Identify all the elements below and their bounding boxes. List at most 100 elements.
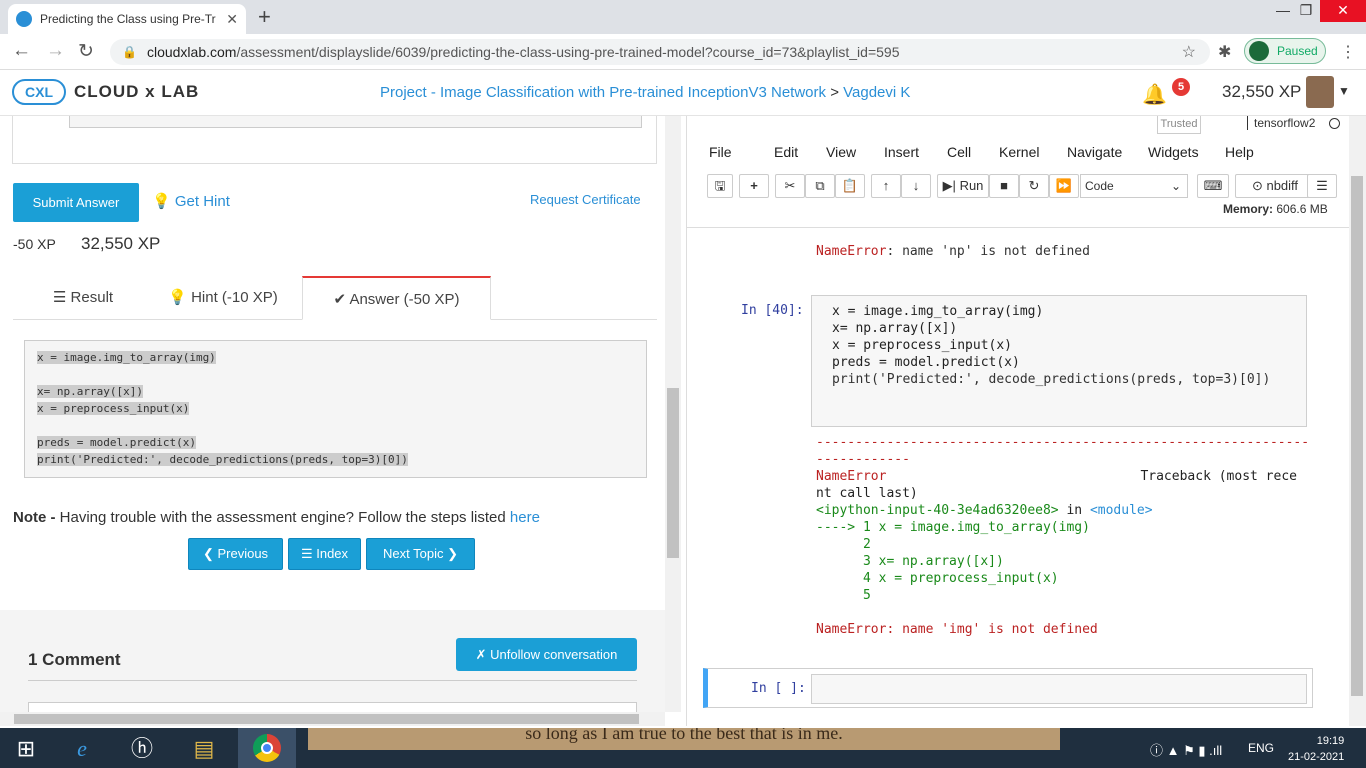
next-topic-label: Next Topic	[383, 546, 444, 561]
memory-label: Memory:	[1223, 202, 1274, 216]
previous-label: Previous	[217, 546, 269, 561]
list-icon: ☰	[52, 289, 67, 306]
menu-cell[interactable]: Cell	[947, 144, 971, 160]
user-avatar[interactable]	[1306, 76, 1334, 108]
history-icon: ⊙	[1251, 178, 1263, 193]
note-label: Note -	[13, 509, 56, 526]
chevron-down-icon: ⌄	[1170, 179, 1181, 193]
tab-title: Predicting the Class using Pre-Tr	[40, 12, 216, 26]
tab-answer[interactable]: ✔ Answer (-50 XP)	[302, 276, 491, 320]
final-error: NameError: name 'img' is not defined	[816, 621, 1309, 638]
reload-icon[interactable]: ↻	[78, 40, 94, 63]
cloudxlab-logo[interactable]: CXL CLOUD x LAB	[12, 79, 199, 105]
submit-answer-button[interactable]: Submit Answer	[13, 183, 139, 222]
profile-avatar-icon	[1249, 41, 1269, 61]
trusted-indicator[interactable]: Trusted	[1157, 116, 1201, 134]
new-cell-input[interactable]	[811, 674, 1307, 704]
chrome-taskbar-button[interactable]	[238, 728, 296, 768]
chrome-menu-icon[interactable]: ⋮	[1340, 42, 1356, 62]
traceback-output: ----------------------------------------…	[816, 434, 1309, 638]
unfollow-conversation-button[interactable]: ✗ Unfollow conversation	[456, 638, 637, 671]
index-button[interactable]: ☰ Index	[288, 538, 361, 570]
index-label: Index	[316, 546, 349, 561]
system-tray-icons[interactable]: ⓘ ▲ ⚑ ▮ .ıll	[1150, 740, 1222, 759]
cut-icon[interactable]: ✂	[775, 174, 805, 198]
left-vertical-scrollbar[interactable]	[665, 116, 681, 712]
lightbulb-icon: 💡	[152, 193, 171, 210]
menu-insert[interactable]: Insert	[884, 144, 919, 160]
internet-explorer-icon[interactable]: e	[62, 732, 102, 766]
interrupt-icon[interactable]: ■	[989, 174, 1019, 198]
menu-view[interactable]: View	[826, 144, 856, 160]
restart-icon[interactable]: ↻	[1019, 174, 1049, 198]
menu-file[interactable]: File	[709, 144, 732, 160]
breadcrumb-project-link[interactable]: Project - Image Classification with Pre-…	[380, 84, 826, 101]
address-bar[interactable]: 🔒 cloudxlab.com/assessment/displayslide/…	[110, 39, 1210, 65]
answer-textarea[interactable]	[69, 116, 642, 128]
lightbulb-icon: 💡	[168, 289, 187, 306]
note-here-link[interactable]: here	[510, 509, 540, 526]
breadcrumb-separator: >	[830, 84, 839, 101]
file-explorer-icon[interactable]: ▤	[184, 732, 224, 766]
profile-status: Paused	[1277, 44, 1318, 58]
command-palette-icon[interactable]: ☰	[1307, 174, 1337, 198]
tab-result[interactable]: ☰ Result	[23, 276, 143, 320]
windows-start-icon[interactable]: ⊞	[6, 732, 46, 766]
nbdiff-button[interactable]: ⊙ nbdiff	[1235, 174, 1315, 198]
new-cell-prompt: In [ ]:	[751, 681, 806, 696]
clock-date: 21-02-2021	[1288, 751, 1345, 763]
kernel-status-icon	[1329, 118, 1340, 129]
request-certificate-link[interactable]: Request Certificate	[530, 192, 641, 207]
hp-icon[interactable]: ⓗ	[122, 732, 162, 766]
jupyter-notebook-panel: Trusted tensorflow2 File Edit View Inser…	[686, 116, 1366, 726]
extensions-puzzle-icon[interactable]: ✱	[1218, 42, 1231, 62]
paste-icon[interactable]: 📋	[835, 174, 865, 198]
notebook-scrollbar[interactable]	[1349, 116, 1366, 726]
scroll-thumb[interactable]	[667, 388, 679, 558]
run-step-icon: ▶|	[942, 178, 956, 193]
close-tab-icon[interactable]: ✕	[226, 11, 238, 28]
forward-icon[interactable]: →	[46, 40, 65, 62]
language-indicator[interactable]: ENG	[1248, 741, 1274, 755]
new-tab-icon[interactable]: +	[258, 4, 271, 30]
comment-input[interactable]	[28, 702, 637, 712]
move-down-icon[interactable]: ↓	[901, 174, 931, 198]
xp-total: 32,550 XP	[81, 234, 161, 253]
notebook-header: Trusted tensorflow2 File Edit View Inser…	[687, 116, 1349, 228]
close-window-icon[interactable]: ✕	[1320, 0, 1366, 22]
keyboard-icon[interactable]: ⌨	[1197, 174, 1229, 198]
answer-tabs: ☰ Result 💡 Hint (-10 XP) ✔ Answer (-50 X…	[13, 276, 657, 320]
save-icon[interactable]: 🖫	[707, 174, 733, 198]
code-cell-input[interactable]: x = image.img_to_array(img) x= np.array(…	[811, 295, 1307, 427]
left-horizontal-scrollbar[interactable]	[0, 712, 665, 726]
menu-kernel[interactable]: Kernel	[999, 144, 1039, 160]
taskbar-clock[interactable]: 19:19 21-02-2021	[1288, 733, 1344, 765]
copy-icon[interactable]: ⧉	[805, 174, 835, 198]
tab-hint[interactable]: 💡 Hint (-10 XP)	[153, 276, 293, 320]
logo-text: CLOUD x LAB	[74, 82, 200, 101]
menu-widgets[interactable]: Widgets	[1148, 144, 1199, 160]
list-icon: ☰	[300, 546, 313, 561]
tab-hint-label: Hint (-10 XP)	[191, 289, 278, 306]
next-topic-button[interactable]: Next Topic ❯	[366, 538, 475, 570]
browser-tab[interactable]: Predicting the Class using Pre-Tr ✕	[8, 4, 246, 34]
get-hint-link[interactable]: 💡 Get Hint	[152, 192, 230, 210]
back-icon[interactable]: ←	[12, 40, 31, 62]
breadcrumb-user-link[interactable]: Vagdevi K	[843, 84, 910, 101]
scroll-thumb[interactable]	[14, 714, 639, 724]
move-up-icon[interactable]: ↑	[871, 174, 901, 198]
restart-run-all-icon[interactable]: ⏩	[1049, 174, 1079, 198]
previous-button[interactable]: ❮ Previous	[188, 538, 283, 570]
bookmark-star-icon[interactable]: ☆	[1182, 42, 1196, 62]
add-cell-icon[interactable]: +	[739, 174, 769, 198]
menu-help[interactable]: Help	[1225, 144, 1254, 160]
menu-edit[interactable]: Edit	[774, 144, 798, 160]
notification-bell-icon[interactable]: 🔔	[1142, 82, 1167, 107]
profile-button[interactable]: Paused	[1244, 38, 1326, 64]
mute-icon: ✗	[475, 647, 487, 662]
cell-type-select[interactable]: Code ⌄	[1080, 174, 1188, 198]
scroll-thumb[interactable]	[1351, 176, 1363, 696]
user-menu-caret-icon[interactable]: ▼	[1338, 84, 1350, 98]
menu-navigate[interactable]: Navigate	[1067, 144, 1122, 160]
run-button[interactable]: ▶| Run	[937, 174, 989, 198]
